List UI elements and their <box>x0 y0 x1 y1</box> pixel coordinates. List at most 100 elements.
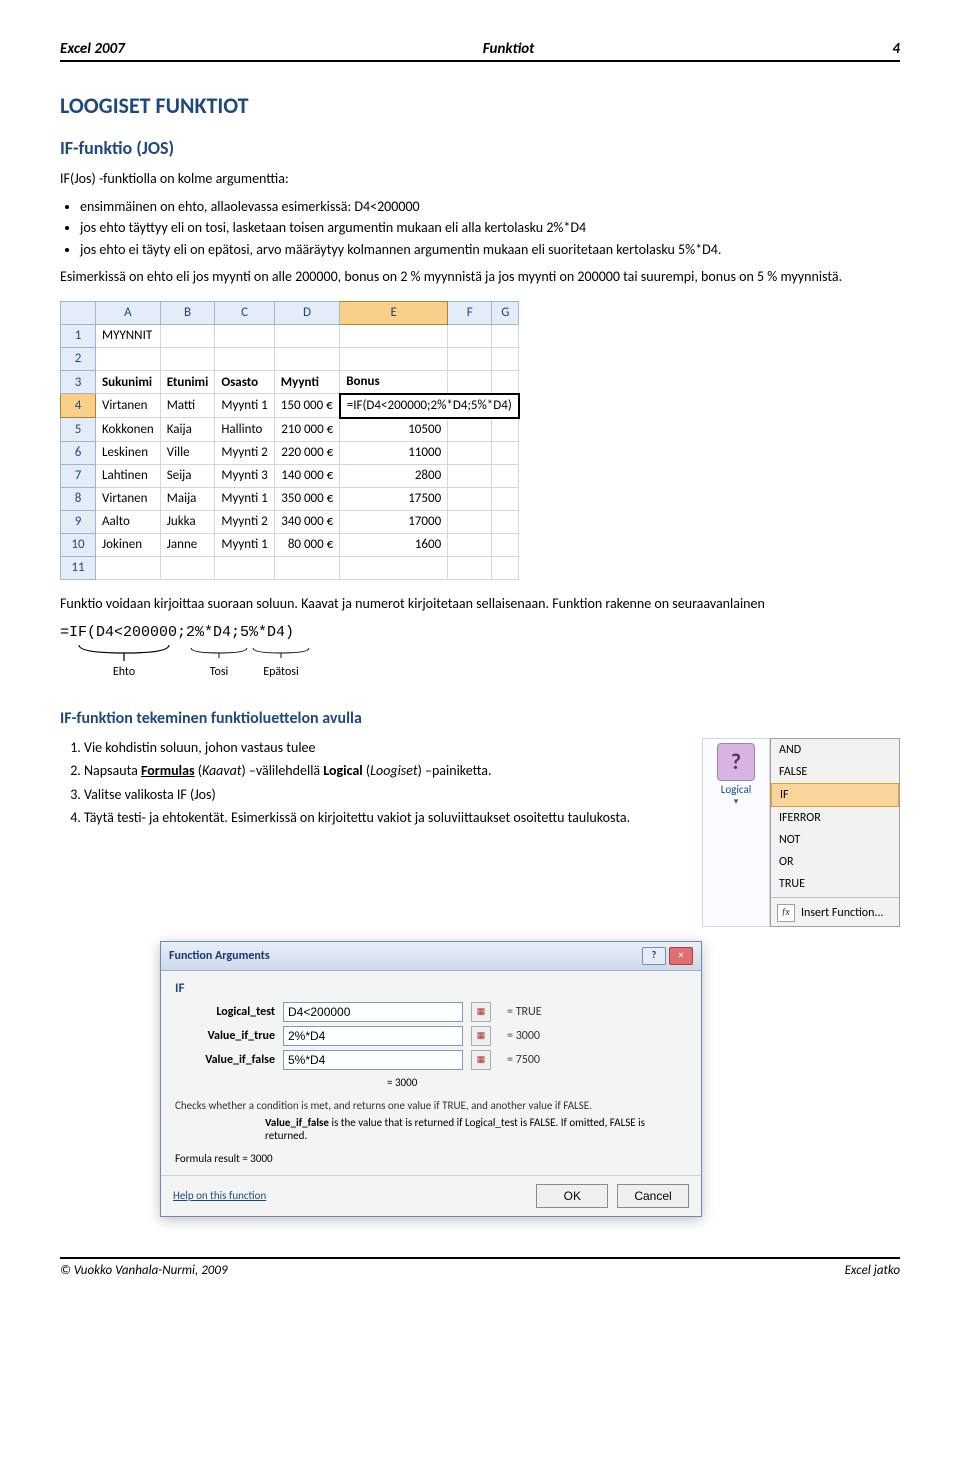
cell[interactable]: 11000 <box>340 441 448 464</box>
row-8[interactable]: 8 <box>61 487 96 510</box>
col-F[interactable]: F <box>448 301 492 324</box>
arg-result: = 7500 <box>507 1053 540 1067</box>
arg-label: Value_if_false <box>175 1053 275 1067</box>
logical-button[interactable]: ? Logical ▾ <box>702 738 770 927</box>
hdr-osasto[interactable]: Osasto <box>215 370 274 394</box>
cell[interactable]: 350 000 € <box>274 487 340 510</box>
close-icon[interactable]: × <box>669 947 693 965</box>
menu-or[interactable]: OR <box>771 851 899 873</box>
cell[interactable]: Myynti 2 <box>215 510 274 533</box>
cell[interactable]: 1600 <box>340 533 448 556</box>
logical-label: Logical <box>721 783 751 796</box>
cell[interactable]: 2800 <box>340 464 448 487</box>
header-center: Funktiot <box>483 40 535 58</box>
insert-function-label: Insert Function... <box>801 906 884 920</box>
hdr-etunimi[interactable]: Etunimi <box>160 370 215 394</box>
page-header: Excel 2007 Funktiot 4 <box>60 40 900 62</box>
menu-not[interactable]: NOT <box>771 829 899 851</box>
function-menu: AND FALSE IF IFERROR NOT OR TRUE fx Inse… <box>770 738 900 927</box>
arg-input-value-if-true[interactable] <box>283 1026 463 1046</box>
row-11[interactable]: 11 <box>61 556 96 579</box>
cell[interactable]: Jokinen <box>96 533 161 556</box>
cell[interactable]: Hallinto <box>215 418 274 442</box>
dialog-description: Checks whether a condition is met, and r… <box>175 1099 687 1112</box>
range-picker-icon[interactable]: ▦ <box>471 1050 491 1070</box>
hdr-myynti[interactable]: Myynti <box>274 370 340 394</box>
arg-input-value-if-false[interactable] <box>283 1050 463 1070</box>
row-1[interactable]: 1 <box>61 324 96 347</box>
bullet-1: ensimmäinen on ehto, allaolevassa esimer… <box>80 197 900 217</box>
cell[interactable]: Ville <box>160 441 215 464</box>
cell[interactable]: Maija <box>160 487 215 510</box>
cell[interactable]: 140 000 € <box>274 464 340 487</box>
menu-if[interactable]: IF <box>771 783 899 807</box>
cell[interactable]: Leskinen <box>96 441 161 464</box>
col-A[interactable]: A <box>96 301 161 324</box>
cell[interactable]: Myynti 2 <box>215 441 274 464</box>
cell[interactable]: Myynti 1 <box>215 394 274 418</box>
cell[interactable]: Jukka <box>160 510 215 533</box>
cancel-button[interactable]: Cancel <box>617 1184 689 1208</box>
cell[interactable]: Seija <box>160 464 215 487</box>
page-footer: © Vuokko Vanhala-Nurmi, 2009 Excel jatko <box>60 1257 900 1278</box>
dialog-titlebar[interactable]: Function Arguments ? × <box>161 942 701 971</box>
help-link[interactable]: Help on this function <box>173 1189 266 1202</box>
cell[interactable]: Virtanen <box>96 487 161 510</box>
menu-true[interactable]: TRUE <box>771 873 899 895</box>
range-picker-icon[interactable]: ▦ <box>471 1026 491 1046</box>
cell[interactable]: 17000 <box>340 510 448 533</box>
row-10[interactable]: 10 <box>61 533 96 556</box>
range-picker-icon[interactable]: ▦ <box>471 1002 491 1022</box>
menu-false[interactable]: FALSE <box>771 761 899 783</box>
cell[interactable]: Kaija <box>160 418 215 442</box>
label-ehto: Ehto <box>60 665 188 679</box>
cell[interactable]: Myynti 1 <box>215 487 274 510</box>
row-9[interactable]: 9 <box>61 510 96 533</box>
col-D[interactable]: D <box>274 301 340 324</box>
cell[interactable]: Kokkonen <box>96 418 161 442</box>
cell[interactable]: 150 000 € <box>274 394 340 418</box>
cell-A1[interactable]: MYYNNIT <box>96 324 161 347</box>
menu-insert-function[interactable]: fx Insert Function... <box>771 900 899 926</box>
brace-epatosi <box>250 643 312 663</box>
cell[interactable]: Virtanen <box>96 394 161 418</box>
col-B[interactable]: B <box>160 301 215 324</box>
row-5[interactable]: 5 <box>61 418 96 442</box>
col-E[interactable]: E <box>340 301 448 324</box>
brace-ehto <box>60 643 188 663</box>
cell[interactable]: 210 000 € <box>274 418 340 442</box>
cell[interactable]: 80 000 € <box>274 533 340 556</box>
overall-eq: = 3000 <box>387 1076 687 1089</box>
cell[interactable]: Matti <box>160 394 215 418</box>
fx-icon: fx <box>777 904 795 922</box>
ok-button[interactable]: OK <box>536 1184 608 1208</box>
hdr-bonus[interactable]: Bonus <box>340 370 448 394</box>
cell[interactable]: 10500 <box>340 418 448 442</box>
cell[interactable]: 17500 <box>340 487 448 510</box>
footer-left: © Vuokko Vanhala-Nurmi, 2009 <box>60 1263 228 1278</box>
arg-label: Logical_test <box>175 1005 275 1019</box>
row-6[interactable]: 6 <box>61 441 96 464</box>
cell[interactable]: Myynti 3 <box>215 464 274 487</box>
row-2[interactable]: 2 <box>61 347 96 370</box>
col-C[interactable]: C <box>215 301 274 324</box>
cell[interactable]: Aalto <box>96 510 161 533</box>
row-7[interactable]: 7 <box>61 464 96 487</box>
row-4[interactable]: 4 <box>61 394 96 418</box>
footer-right: Excel jatko <box>845 1263 900 1278</box>
cell[interactable]: Janne <box>160 533 215 556</box>
arg-input-logical-test[interactable] <box>283 1002 463 1022</box>
menu-iferror[interactable]: IFERROR <box>771 807 899 829</box>
cell[interactable]: Myynti 1 <box>215 533 274 556</box>
cell[interactable]: Lahtinen <box>96 464 161 487</box>
corner-cell[interactable] <box>61 301 96 324</box>
chevron-down-icon: ▾ <box>734 796 739 807</box>
cell[interactable]: 220 000 € <box>274 441 340 464</box>
col-G[interactable]: G <box>492 301 519 324</box>
help-icon[interactable]: ? <box>642 947 666 965</box>
hdr-sukunimi[interactable]: Sukunimi <box>96 370 161 394</box>
cell[interactable]: 340 000 € <box>274 510 340 533</box>
menu-and[interactable]: AND <box>771 739 899 761</box>
cell-formula[interactable]: =IF(D4<200000;2%*D4;5%*D4) <box>340 394 519 418</box>
row-3[interactable]: 3 <box>61 370 96 394</box>
